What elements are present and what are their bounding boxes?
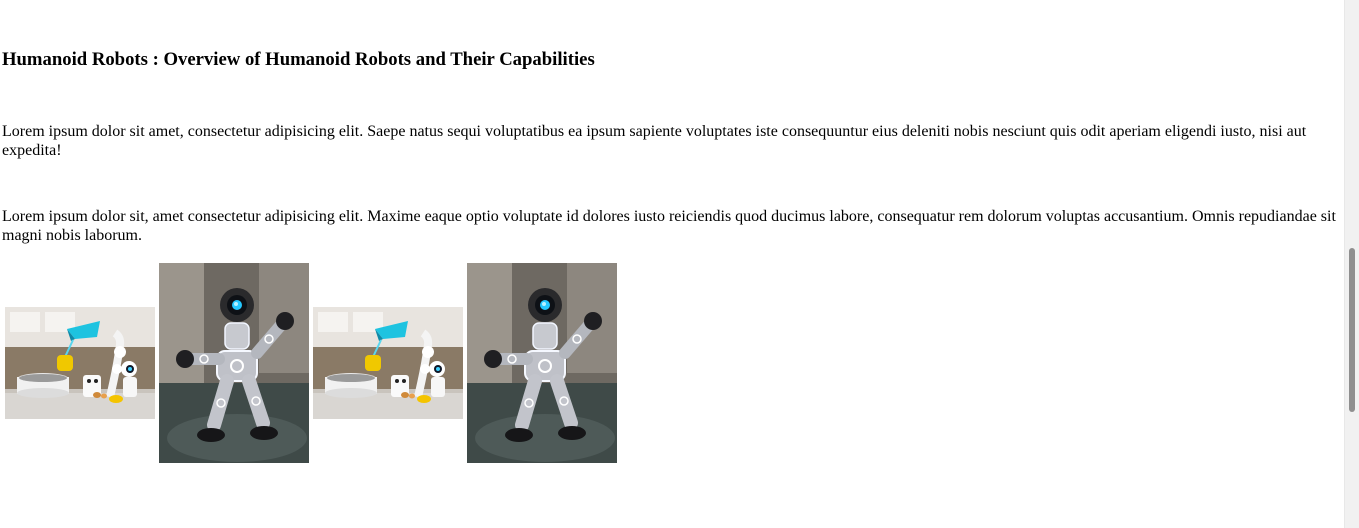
kitchen-robot-image: [313, 307, 463, 419]
intro-paragraph-1: Lorem ipsum dolor sit amet, consectetur …: [2, 123, 1307, 159]
page-title: Humanoid Robots : Overview of Humanoid R…: [2, 49, 595, 70]
humanoid-robot-image: [467, 263, 617, 463]
kitchen-robot-image: [5, 307, 155, 419]
intro-paragraph-2: Lorem ipsum dolor sit, amet consectetur …: [2, 208, 1336, 244]
humanoid-robot-image: [159, 263, 309, 463]
scrollbar-thumb[interactable]: [1349, 248, 1355, 412]
page: Humanoid Robots : Overview of Humanoid R…: [0, 0, 1344, 528]
image-gallery: [0, 263, 640, 463]
vertical-scrollbar[interactable]: [1344, 0, 1359, 528]
